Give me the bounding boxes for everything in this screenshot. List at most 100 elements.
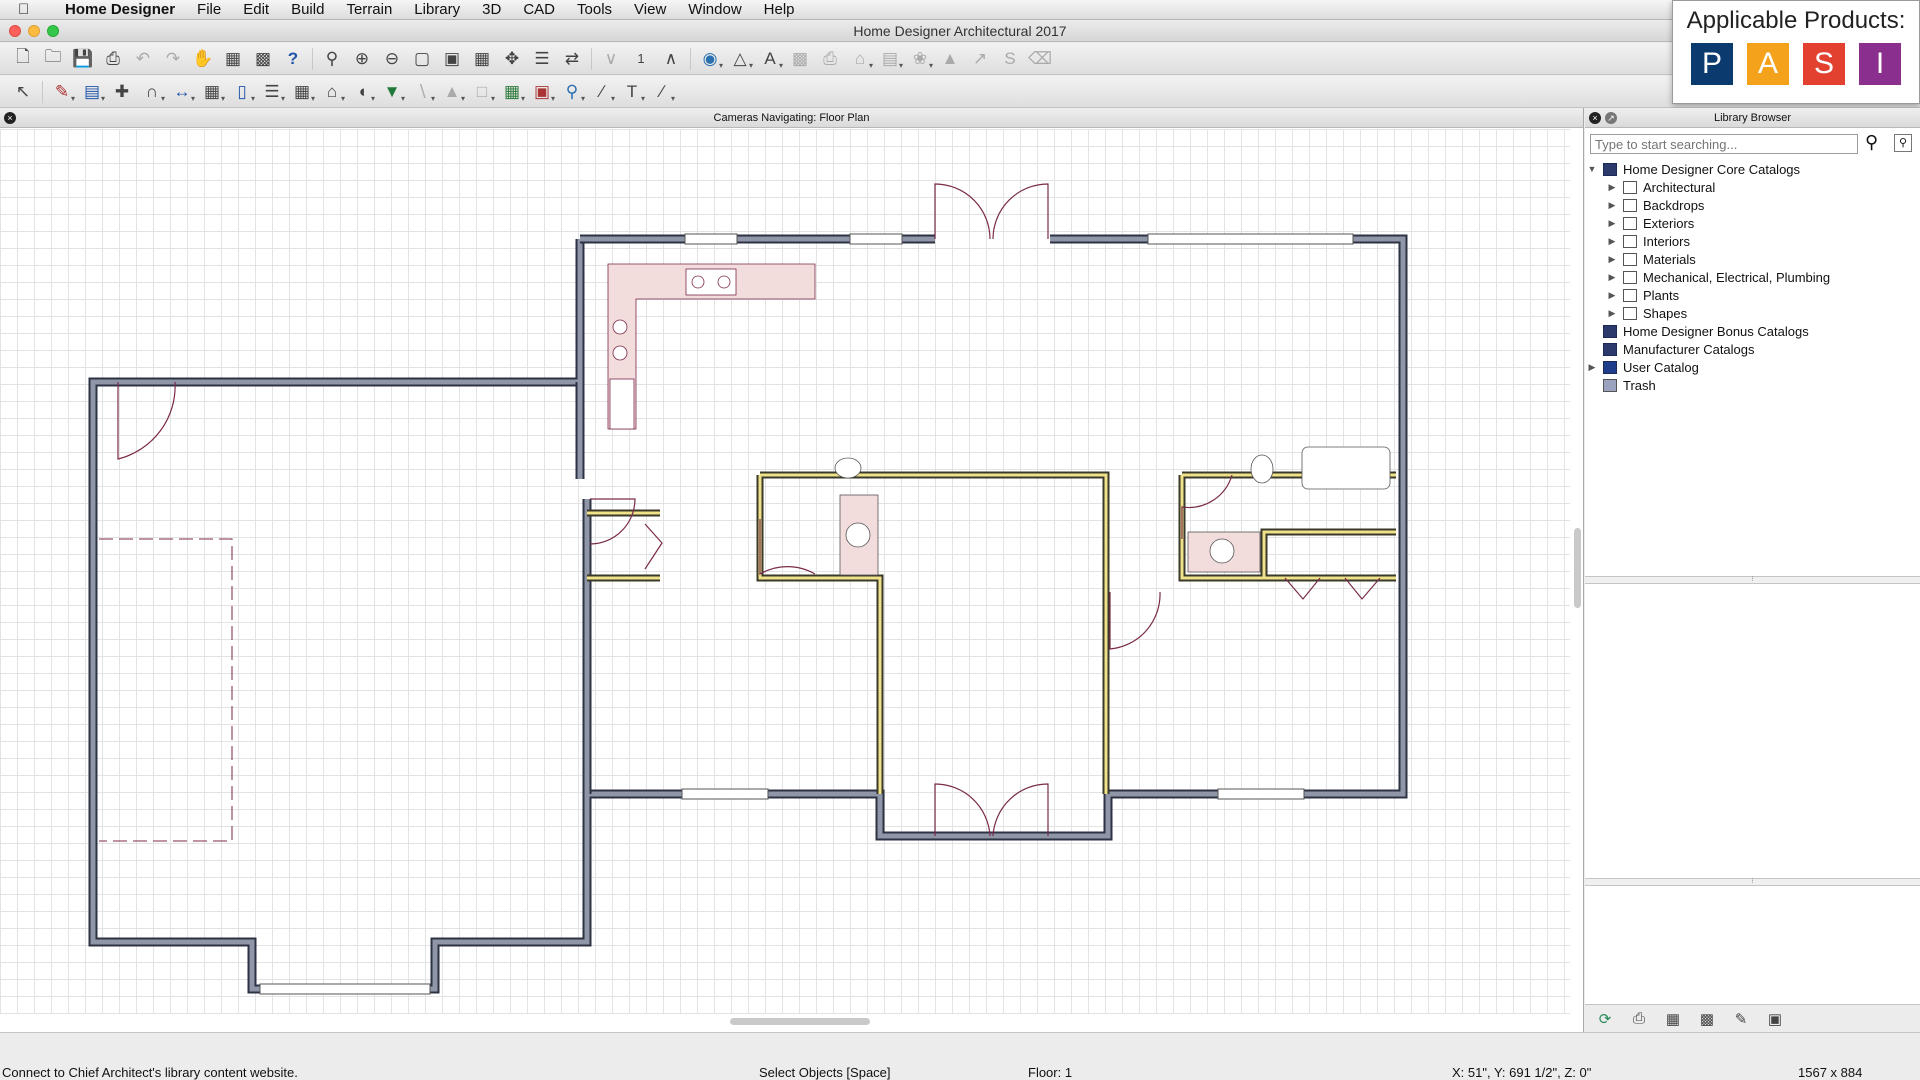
tree-item-interiors[interactable]: ▶ Interiors	[1585, 232, 1920, 250]
fixture-icon[interactable]: ◖	[347, 78, 377, 106]
door-icon[interactable]: ▯	[227, 78, 257, 106]
apple-icon[interactable]: 	[18, 1, 38, 18]
floor-up-icon[interactable]: ∧	[656, 45, 686, 73]
break-icon[interactable]: ✚	[107, 78, 137, 106]
library-icon[interactable]: ⚲	[557, 78, 587, 106]
pan-icon[interactable]: ✥	[497, 45, 527, 73]
deck-icon[interactable]: ▤	[875, 45, 905, 73]
dimension-icon[interactable]: ↔	[167, 78, 197, 106]
spline-icon[interactable]: S	[995, 45, 1025, 73]
select-layout-icon[interactable]: ▩	[248, 45, 278, 73]
menu-file[interactable]: File	[186, 1, 232, 18]
float-library-icon[interactable]: ↗	[1605, 112, 1617, 124]
fit-plan-icon[interactable]: ▣	[437, 45, 467, 73]
undo-icon[interactable]: ↶	[128, 45, 158, 73]
render-icon[interactable]: ▩	[785, 45, 815, 73]
tree-item-architectural[interactable]: ▶ Architectural	[1585, 178, 1920, 196]
plant-icon[interactable]: ❀	[905, 45, 935, 73]
open-file-icon[interactable]: 🗀	[38, 45, 68, 73]
print-3d-icon[interactable]: ⎙	[815, 45, 845, 73]
elevation-icon[interactable]: △	[725, 45, 755, 73]
search-options-icon[interactable]: ⚲	[1894, 134, 1912, 152]
menu-3d[interactable]: 3D	[471, 1, 512, 18]
hand-icon[interactable]: ✋	[188, 45, 218, 73]
tree-item-core-catalogs[interactable]: ▼ Home Designer Core Catalogs	[1585, 160, 1920, 178]
close-plan-panel-icon[interactable]: ×	[4, 112, 16, 124]
material-icon[interactable]: ▣	[527, 78, 557, 106]
plan-horizontal-scrollbar[interactable]	[730, 1018, 870, 1025]
plan-vertical-scrollbar[interactable]	[1574, 528, 1581, 608]
chevron-right-icon[interactable]: ▶	[1605, 308, 1619, 319]
chevron-right-icon[interactable]: ▶	[1605, 254, 1619, 265]
arc-icon[interactable]: ∩	[137, 78, 167, 106]
tree-item-exteriors[interactable]: ▶ Exteriors	[1585, 214, 1920, 232]
tree-item-plants[interactable]: ▶ Plants	[1585, 286, 1920, 304]
floor-plan-canvas[interactable]	[0, 129, 1570, 1014]
text-style-icon[interactable]: A	[755, 45, 785, 73]
library-search-input[interactable]	[1590, 134, 1858, 154]
chevron-right-icon[interactable]: ▶	[1605, 236, 1619, 247]
menu-view[interactable]: View	[623, 1, 677, 18]
chevron-right-icon[interactable]: ▶	[1605, 290, 1619, 301]
menu-help[interactable]: Help	[753, 1, 806, 18]
edit-behaviors-icon[interactable]: ✎	[47, 78, 77, 106]
chevron-right-icon[interactable]: ▶	[1585, 362, 1599, 373]
library-preview-icon[interactable]: ▣	[1761, 1007, 1789, 1031]
menu-app-name[interactable]: Home Designer	[54, 1, 186, 18]
menu-edit[interactable]: Edit	[232, 1, 280, 18]
menu-library[interactable]: Library	[403, 1, 471, 18]
wall-icon[interactable]: ▤	[77, 78, 107, 106]
reference-icon[interactable]: ⇄	[557, 45, 587, 73]
chevron-down-icon[interactable]: ▼	[1585, 164, 1599, 174]
zoom-window-button[interactable]	[47, 25, 59, 37]
tree-item-bonus-catalogs[interactable]: Home Designer Bonus Catalogs	[1585, 322, 1920, 340]
measure-icon[interactable]: ↗	[965, 45, 995, 73]
library-download-icon[interactable]: ⎙	[1625, 1007, 1653, 1031]
menu-window[interactable]: Window	[677, 1, 752, 18]
tree-item-trash[interactable]: Trash	[1585, 376, 1920, 394]
redo-icon[interactable]: ↷	[158, 45, 188, 73]
zoom-in-icon[interactable]: ⊕	[347, 45, 377, 73]
menu-terrain[interactable]: Terrain	[335, 1, 403, 18]
roof-tool-icon[interactable]: ▲	[437, 78, 467, 106]
eraser-icon[interactable]: ⌫	[1025, 45, 1055, 73]
tree-item-materials[interactable]: ▶ Materials	[1585, 250, 1920, 268]
electrical-icon[interactable]: ▼	[377, 78, 407, 106]
camera-icon[interactable]: ◉	[695, 45, 725, 73]
window-icon[interactable]: ▦	[287, 78, 317, 106]
room-icon[interactable]: ⌂	[317, 78, 347, 106]
menu-tools[interactable]: Tools	[566, 1, 623, 18]
select-objects-icon[interactable]: ↖	[8, 78, 38, 106]
library-edit-icon[interactable]: ✎	[1727, 1007, 1755, 1031]
help-icon[interactable]: ?	[278, 45, 308, 73]
library-view-list-icon[interactable]: ▦	[1659, 1007, 1687, 1031]
zoom-window-icon[interactable]: ⚲	[317, 45, 347, 73]
cabinet-icon[interactable]: ▦	[197, 78, 227, 106]
fill-window-icon[interactable]: ▢	[407, 45, 437, 73]
deck-tool-icon[interactable]: □	[467, 78, 497, 106]
layers-icon[interactable]: ☰	[527, 45, 557, 73]
tree-item-mep[interactable]: ▶ Mechanical, Electrical, Plumbing	[1585, 268, 1920, 286]
chevron-right-icon[interactable]: ▶	[1605, 182, 1619, 193]
menu-build[interactable]: Build	[280, 1, 335, 18]
framing-icon[interactable]: ∖	[407, 78, 437, 106]
zoom-out-icon[interactable]: ⊖	[377, 45, 407, 73]
stairs-icon[interactable]: ☰	[257, 78, 287, 106]
text-tool-icon[interactable]: T	[617, 78, 647, 106]
terrain-tool-icon[interactable]: ▦	[497, 78, 527, 106]
search-icon[interactable]: ⚲	[1865, 132, 1878, 153]
library-view-grid-icon[interactable]: ▩	[1693, 1007, 1721, 1031]
library-split-handle[interactable]: ⁝	[1585, 878, 1920, 886]
roof-icon[interactable]: ⌂	[845, 45, 875, 73]
fill-all-icon[interactable]: ▦	[467, 45, 497, 73]
minimize-window-button[interactable]	[28, 25, 40, 37]
save-icon[interactable]: 💾	[68, 45, 98, 73]
layout-icon[interactable]: ▦	[218, 45, 248, 73]
library-split-handle[interactable]: ⁝	[1585, 576, 1920, 584]
tree-item-manufacturer-catalogs[interactable]: Manufacturer Catalogs	[1585, 340, 1920, 358]
close-window-button[interactable]	[9, 25, 21, 37]
print-icon[interactable]: ⎙	[98, 45, 128, 73]
new-file-icon[interactable]: 🗋	[8, 45, 38, 73]
chevron-right-icon[interactable]: ▶	[1605, 218, 1619, 229]
line-tool-icon[interactable]: ∕	[647, 78, 677, 106]
